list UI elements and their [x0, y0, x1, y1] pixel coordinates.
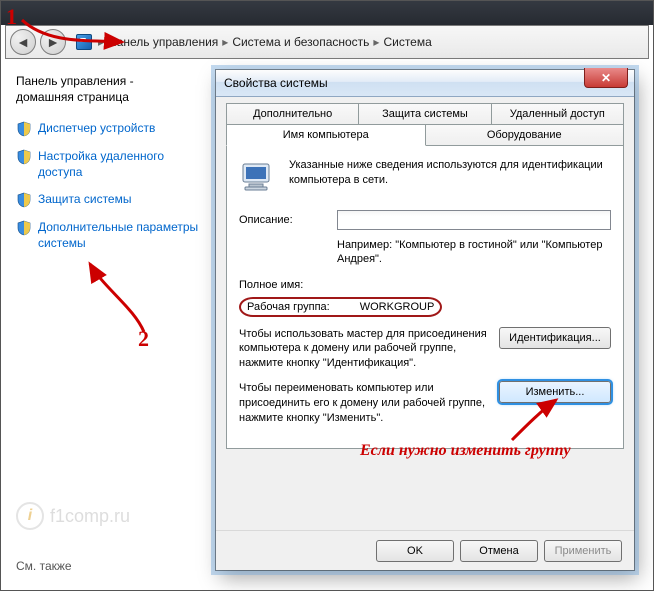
close-icon: ✕: [601, 71, 611, 85]
close-button[interactable]: ✕: [584, 68, 628, 88]
fullname-label: Полное имя:: [239, 279, 369, 291]
computer-icon: [239, 158, 279, 198]
apply-button[interactable]: Применить: [544, 540, 622, 562]
shield-icon: [16, 121, 32, 137]
dialog-button-bar: OK Отмена Применить: [216, 530, 634, 570]
workgroup-label: Рабочая группа:: [247, 301, 330, 313]
tab-hardware[interactable]: Оборудование: [426, 124, 625, 146]
sidebar-item-advanced-system-settings[interactable]: Дополнительные параметры системы: [16, 220, 201, 251]
window-chrome-top: [0, 0, 654, 25]
sidebar: Панель управления - домашняя страница Ди…: [6, 60, 211, 585]
intro-text: Указанные ниже сведения используются для…: [289, 158, 611, 188]
tab-row-primary: Имя компьютера Оборудование: [226, 124, 624, 145]
dialog-body: Дополнительно Защита системы Удаленный д…: [226, 103, 624, 526]
sidebar-see-also: См. также: [16, 559, 72, 573]
tab-system-protection[interactable]: Защита системы: [359, 103, 491, 125]
nav-forward-button[interactable]: ►: [40, 29, 66, 55]
breadcrumb-item[interactable]: Система и безопасность: [232, 35, 369, 49]
workgroup-highlight-annotation: Рабочая группа: WORKGROUP: [239, 297, 442, 317]
identification-text: Чтобы использовать мастер для присоедине…: [239, 327, 491, 372]
breadcrumb-bar: ◄ ► ▸ Панель управления ▸ Система и безо…: [5, 25, 649, 59]
change-text: Чтобы переименовать компьютер или присое…: [239, 381, 491, 426]
sidebar-link-label[interactable]: Диспетчер устройств: [38, 121, 155, 137]
ok-button[interactable]: OK: [376, 540, 454, 562]
change-button[interactable]: Изменить...: [499, 381, 611, 403]
sidebar-item-system-protection[interactable]: Защита системы: [16, 192, 201, 208]
tab-advanced[interactable]: Дополнительно: [226, 103, 359, 125]
tab-row-secondary: Дополнительно Защита системы Удаленный д…: [226, 103, 624, 124]
identification-button[interactable]: Идентификация...: [499, 327, 611, 349]
sidebar-home-link[interactable]: Панель управления - домашняя страница: [16, 74, 201, 105]
sidebar-item-device-manager[interactable]: Диспетчер устройств: [16, 121, 201, 137]
cancel-button[interactable]: Отмена: [460, 540, 538, 562]
system-properties-dialog: Свойства системы ✕ Дополнительно Защита …: [216, 70, 634, 570]
sidebar-home-label-1: Панель управления -: [16, 74, 134, 88]
description-input[interactable]: [337, 210, 611, 230]
tab-computer-name[interactable]: Имя компьютера: [226, 124, 426, 146]
sidebar-link-label[interactable]: Дополнительные параметры системы: [38, 220, 201, 251]
chevron-right-icon: ▸: [222, 35, 228, 49]
sidebar-item-remote-settings[interactable]: Настройка удаленного доступа: [16, 149, 201, 180]
shield-icon: [16, 149, 32, 165]
tab-remote[interactable]: Удаленный доступ: [492, 103, 624, 125]
brand-badge-icon: i: [16, 502, 44, 530]
dialog-title: Свойства системы: [224, 76, 328, 90]
breadcrumb: ▸ Панель управления ▸ Система и безопасн…: [76, 34, 432, 50]
workgroup-value: WORKGROUP: [360, 301, 435, 313]
description-label: Описание:: [239, 214, 329, 226]
breadcrumb-item[interactable]: Панель управления: [108, 35, 218, 49]
breadcrumb-item[interactable]: Система: [383, 35, 431, 49]
sidebar-home-label-2: домашняя страница: [16, 90, 129, 104]
dialog-titlebar[interactable]: Свойства системы ✕: [216, 70, 634, 97]
control-panel-icon: [76, 34, 92, 50]
nav-back-button[interactable]: ◄: [10, 29, 36, 55]
chevron-right-icon: ▸: [373, 35, 379, 49]
brand-watermark: i f1comp.ru: [16, 502, 130, 530]
shield-icon: [16, 220, 32, 236]
chevron-right-icon: ▸: [98, 35, 104, 49]
shield-icon: [16, 192, 32, 208]
sidebar-link-label[interactable]: Настройка удаленного доступа: [38, 149, 201, 180]
sidebar-link-label[interactable]: Защита системы: [38, 192, 131, 208]
tab-panel-computer-name: Указанные ниже сведения используются для…: [226, 145, 624, 449]
brand-text: f1comp.ru: [50, 506, 130, 527]
description-example: Например: "Компьютер в гостиной" или "Ко…: [337, 238, 611, 267]
